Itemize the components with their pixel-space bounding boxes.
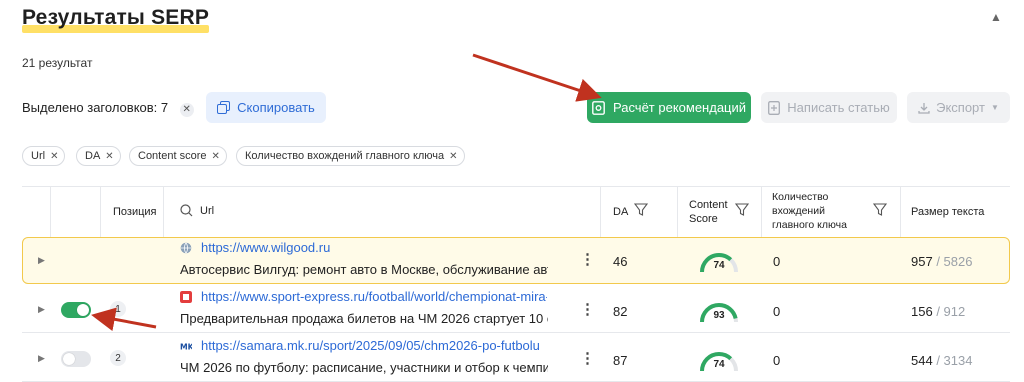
arrow-to-calc-button [472, 53, 602, 102]
annotation-arrows [91, 53, 602, 332]
arrow-to-toggle [91, 307, 157, 332]
